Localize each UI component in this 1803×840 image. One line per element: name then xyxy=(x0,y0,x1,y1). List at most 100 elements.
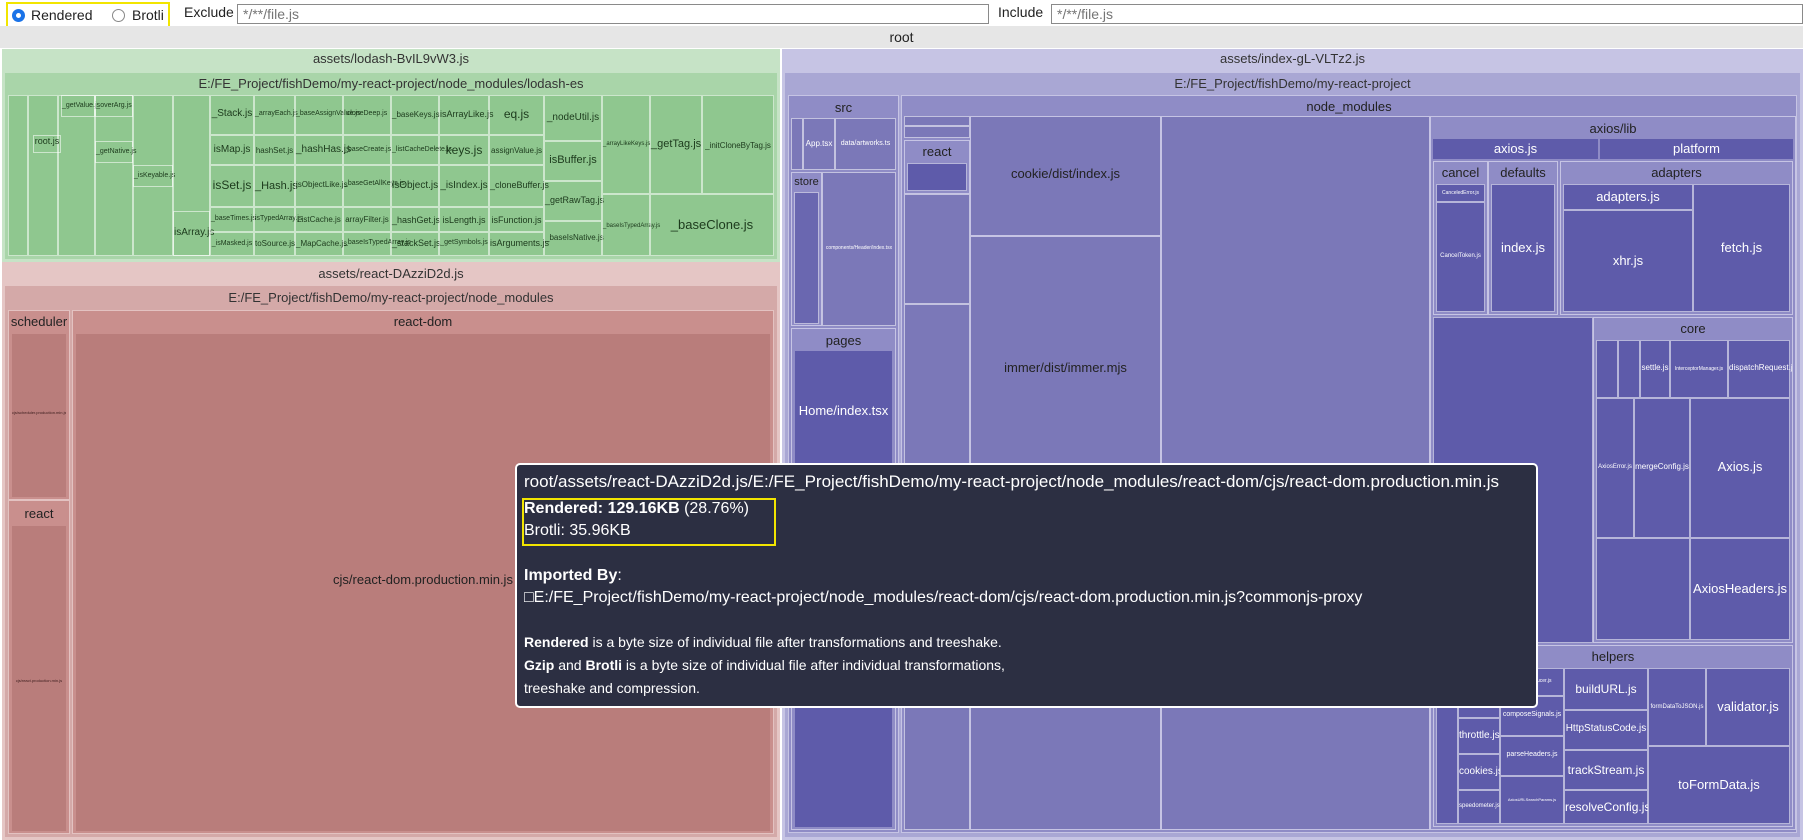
interceptor-manager-file[interactable]: InterceptorManager.js xyxy=(1670,340,1728,398)
lodash-file-getvalue[interactable]: _getValue.js xyxy=(61,95,100,117)
lodash-file-getnative[interactable]: _getNative.js xyxy=(95,141,136,163)
scheduler-file[interactable]: cjs/scheduler.production.min.js xyxy=(12,334,66,497)
lodash-file-hashget[interactable]: _hashGet.js xyxy=(391,207,440,232)
canceled-error-file[interactable]: CanceledError.js xyxy=(1436,184,1485,202)
validator-file[interactable]: validator.js xyxy=(1706,668,1790,746)
lodash-file-isarraylike[interactable]: isArrayLike.js xyxy=(439,95,494,135)
lodash-file-arrayeach[interactable]: _arrayEach.js xyxy=(254,95,298,135)
react-file[interactable]: cjs/react.production.min.js xyxy=(12,526,66,831)
lodash-tiny-col-2[interactable] xyxy=(28,95,58,256)
lodash-file-isobject[interactable]: isObject.js xyxy=(391,165,439,207)
nm-react-file[interactable] xyxy=(907,163,967,191)
store-file[interactable] xyxy=(794,192,819,324)
axios-core-file[interactable]: Axios.js xyxy=(1690,398,1790,538)
adapters-folder[interactable]: adapters adapters.js xhr.js fetch.js xyxy=(1560,161,1793,315)
lodash-file-basetimes[interactable]: _baseTimes.js xyxy=(210,207,256,232)
lodash-file-baseistypedarray[interactable]: _baseIsTypedArray.js xyxy=(343,232,411,256)
lodash-file-gettag[interactable]: _getTag.js xyxy=(650,95,702,194)
cancel-token-file[interactable]: CancelToken.js xyxy=(1436,202,1485,312)
lodash-file-stack[interactable]: _Stack.js xyxy=(210,95,254,135)
core-folder[interactable]: core settle.js InterceptorManager.js dis… xyxy=(1593,317,1793,643)
lodash-file-arraylikekeys[interactable]: _arrayLikeKeys.js xyxy=(602,95,650,194)
treemap-root[interactable]: root xyxy=(0,26,1803,48)
store-folder[interactable]: store xyxy=(791,172,822,326)
settle-file[interactable]: settle.js xyxy=(1640,340,1670,398)
lodash-file-initclonebytag[interactable]: _initCloneByTag.js xyxy=(702,95,774,194)
lodash-file-eq[interactable]: eq.js xyxy=(489,95,544,135)
resolve-config-file[interactable]: resolveConfig.js xyxy=(1564,790,1650,824)
lodash-tiny-col-4[interactable] xyxy=(95,95,133,256)
form-data-to-json-file[interactable]: formDataToJSON.js xyxy=(1648,668,1706,746)
lodash-file-islength[interactable]: isLength.js xyxy=(439,207,489,232)
src-artworks-file[interactable]: data/artworks.ts xyxy=(835,118,896,170)
lodash-file-listcachedelete[interactable]: _listCacheDelete.js xyxy=(391,135,452,165)
lodash-file-tosource[interactable]: toSource.js xyxy=(254,232,295,256)
lodash-file-baseisnative[interactable]: _baseIsNative.js xyxy=(544,221,604,256)
lodash-file-isarray[interactable]: isArray.js xyxy=(173,211,214,256)
merge-config-file[interactable]: mergeConfig.js xyxy=(1634,398,1690,538)
platform-folder[interactable]: platform xyxy=(1600,139,1793,159)
lodash-file-isobjectlike[interactable]: isObjectLike.js xyxy=(295,165,348,207)
lodash-es-folder[interactable]: E:/FE_Project/fishDemo/my-react-project/… xyxy=(5,73,777,259)
axios-headers-file[interactable]: AxiosHeaders.js xyxy=(1690,538,1790,640)
nm-tiny-b[interactable] xyxy=(904,126,970,138)
lodash-file-getrawtag[interactable]: _getRawTag.js xyxy=(544,181,604,221)
nm-react-folder[interactable]: react xyxy=(904,140,970,194)
lodash-tiny-col-1[interactable] xyxy=(8,95,28,256)
build-url-file[interactable]: buildURL.js xyxy=(1564,668,1648,710)
lodash-file-baseassignvalue[interactable]: _baseAssignValue.js xyxy=(295,95,360,135)
lodash-file-isindex[interactable]: _isIndex.js xyxy=(439,165,489,207)
xhr-file[interactable]: xhr.js xyxy=(1563,210,1693,312)
rendered-radio-label[interactable]: Rendered xyxy=(31,7,93,23)
throttle-file[interactable]: throttle.js xyxy=(1458,718,1500,754)
lodash-tiny-col-3[interactable] xyxy=(58,95,95,256)
lodash-file-baseclone[interactable]: _baseClone.js xyxy=(650,194,774,256)
lodash-chunk[interactable]: assets/lodash-BvIL9vW3.js E:/FE_Project/… xyxy=(2,49,780,262)
exclude-input[interactable] xyxy=(237,4,989,24)
lodash-file-getsymbols[interactable]: _getSymbols.js xyxy=(439,232,489,256)
brotli-radio[interactable] xyxy=(112,9,125,22)
cookies-file[interactable]: cookies.js xyxy=(1458,754,1503,790)
axios-js-file[interactable]: axios.js xyxy=(1433,139,1598,159)
fetch-file[interactable]: fetch.js xyxy=(1693,184,1790,312)
lodash-file-iskeyable[interactable]: _isKeyable.js xyxy=(133,165,175,187)
lodash-file-overarg[interactable]: _overArg.js xyxy=(95,95,133,117)
parse-headers-file[interactable]: parseHeaders.js xyxy=(1500,736,1564,776)
defaults-index-file[interactable]: index.js xyxy=(1491,184,1555,312)
brotli-radio-label[interactable]: Brotli xyxy=(132,7,164,23)
core-tiny-2[interactable] xyxy=(1618,340,1640,398)
project-folder[interactable]: E:/FE_Project/fishDemo/my-react-project … xyxy=(785,73,1800,837)
adapters-js-file[interactable]: adapters.js xyxy=(1563,184,1693,210)
lodash-file-hashhas[interactable]: _hashHas.js xyxy=(295,135,351,165)
cookie-file[interactable]: cookie/dist/index.js xyxy=(970,116,1161,236)
lodash-file-listcache[interactable]: ListCache.js xyxy=(295,207,343,232)
http-status-code-file[interactable]: HttpStatusCode.js xyxy=(1564,710,1648,750)
nm-block-1[interactable] xyxy=(904,194,970,304)
lodash-file-ismap[interactable]: isMap.js xyxy=(210,135,254,165)
include-input[interactable] xyxy=(1051,4,1803,24)
lodash-file-keys[interactable]: keys.js xyxy=(439,135,489,165)
speedometer-file[interactable]: speedometer.js xyxy=(1458,790,1500,824)
react-folder[interactable]: react cjs/react.production.min.js xyxy=(8,500,70,834)
lodash-file-arrayfilter[interactable]: arrayFilter.js xyxy=(343,207,391,232)
components-header-file[interactable]: components/Header/index.tsx xyxy=(822,172,896,326)
lodash-file-clonebuffer[interactable]: _cloneBuffer.js xyxy=(489,165,549,207)
lodash-file-basecreate[interactable]: _baseCreate.js xyxy=(343,135,391,165)
to-form-data-file[interactable]: toFormData.js xyxy=(1648,746,1790,824)
src-tiny-file[interactable] xyxy=(791,118,803,170)
nm-tiny-a[interactable] xyxy=(904,116,970,126)
lodash-file-stackset[interactable]: _stackSet.js xyxy=(391,232,441,256)
lodash-file-clonedeep[interactable]: cloneDeep.js xyxy=(343,95,391,135)
lodash-file-basetypedarray[interactable]: _baseIsTypedArray.js xyxy=(602,194,660,256)
lodash-file-basegetallkeys[interactable]: _baseGetAllKeys.js xyxy=(343,165,405,207)
lodash-file-root[interactable]: root.js xyxy=(33,135,61,153)
lodash-file-isset[interactable]: isSet.js xyxy=(210,165,254,207)
lodash-file-hash[interactable]: _Hash.js xyxy=(254,165,298,207)
rendered-radio[interactable] xyxy=(12,9,25,22)
lodash-file-istypedarray[interactable]: isTypedArray.js xyxy=(254,207,302,232)
lodash-file-hashset[interactable]: hashSet.js xyxy=(254,135,295,165)
lodash-file-isarguments[interactable]: isArguments.js xyxy=(489,232,549,256)
lodash-file-isfunction[interactable]: isFunction.js xyxy=(489,207,544,232)
track-stream-file[interactable]: trackStream.js xyxy=(1564,750,1648,790)
scheduler-folder[interactable]: scheduler cjs/scheduler.production.min.j… xyxy=(8,310,70,500)
